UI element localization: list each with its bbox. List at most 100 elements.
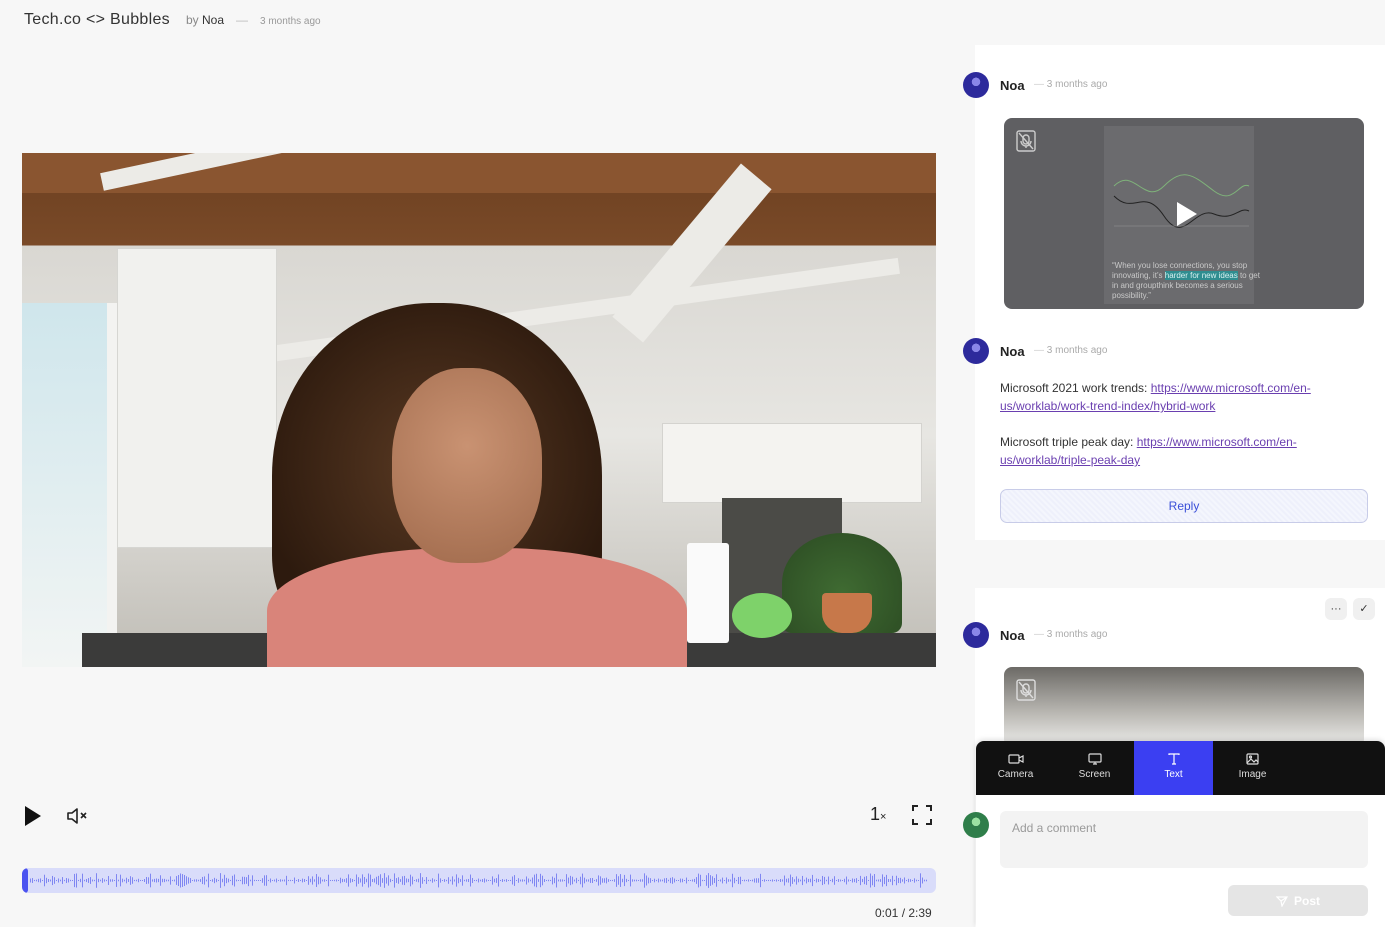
more-options-button[interactable]: ··· (1325, 598, 1347, 620)
waveform-bar (350, 878, 351, 883)
waveform-bar (58, 878, 59, 883)
video-title: Tech.co <> Bubbles (24, 11, 170, 28)
waveform-bar (908, 878, 909, 883)
waveform-bar (522, 879, 523, 882)
waveform-bar (448, 877, 449, 884)
mute-button[interactable] (64, 804, 90, 828)
waveform-scrubber[interactable] (22, 868, 936, 893)
waveform-bar (416, 879, 417, 882)
post-button[interactable]: Post (1228, 885, 1368, 916)
waveform-bar (592, 877, 593, 884)
waveform-bar (792, 877, 793, 884)
waveform-bar (662, 879, 663, 882)
waveform-bar (698, 873, 699, 888)
waveform-bar (370, 874, 371, 887)
waveform-bar (248, 874, 249, 887)
waveform-bar (526, 876, 527, 885)
tab-text[interactable]: Text (1134, 741, 1213, 795)
playhead[interactable] (22, 868, 28, 893)
waveform-bar (634, 879, 635, 882)
fullscreen-icon (912, 805, 932, 825)
waveform-bar (320, 877, 321, 884)
waveform-bar (898, 877, 899, 884)
waveform-bar (484, 878, 485, 883)
waveform-bar (40, 878, 41, 883)
reply-button[interactable]: Reply (1000, 489, 1368, 523)
comment-author[interactable]: Noa (1000, 344, 1025, 359)
waveform-bar (434, 879, 435, 882)
waveform-bar (388, 875, 389, 886)
waveform-bar (244, 876, 245, 885)
waveform-bar (178, 874, 179, 887)
waveform-bar (518, 878, 519, 883)
waveform-bar (666, 877, 667, 884)
byline: by Noa (186, 13, 224, 27)
waveform-bar (868, 879, 869, 882)
waveform-bar (854, 878, 855, 883)
waveform-bar (862, 878, 863, 883)
waveform-bar (54, 877, 55, 884)
waveform-bar (104, 879, 105, 882)
waveform-bar (306, 879, 307, 882)
waveform-bar (254, 879, 255, 882)
waveform-bar (590, 878, 591, 883)
waveform-bar (86, 878, 87, 883)
waveform-bar (316, 874, 317, 887)
waveform-bar (818, 878, 819, 883)
waveform-bar (584, 877, 585, 884)
resolve-button[interactable]: ✓ (1353, 598, 1375, 620)
waveform-bar (466, 879, 467, 882)
waveform-bar (150, 873, 151, 888)
waveform-bar (418, 878, 419, 883)
waveform-bar (68, 878, 69, 883)
waveform-bar (146, 876, 147, 885)
tab-screen[interactable]: Screen (1055, 741, 1134, 795)
waveform-bar (658, 878, 659, 883)
camera-recording-thumbnail[interactable] (1004, 667, 1364, 747)
playback-speed-button[interactable]: 1× (870, 804, 886, 825)
waveform-bar (384, 873, 385, 888)
waveform-bar (702, 879, 703, 882)
waveform-bar (356, 874, 357, 887)
by-label: by (185, 13, 199, 27)
waveform-bar (118, 879, 119, 882)
waveform-bar (598, 875, 599, 886)
waveform-bar (840, 879, 841, 882)
waveform-bar (710, 875, 711, 886)
waveform-bar (442, 879, 443, 882)
fullscreen-button[interactable] (911, 804, 933, 826)
waveform-bar (88, 878, 89, 883)
waveform-bar (126, 877, 127, 884)
waveform-bar (428, 879, 429, 882)
waveform-bar (680, 878, 681, 883)
play-button[interactable] (22, 804, 44, 828)
waveform-bar (338, 879, 339, 882)
waveform-bar (550, 879, 551, 882)
waveform-bar (328, 874, 329, 887)
waveform-bar (586, 879, 587, 882)
waveform-bar (134, 879, 135, 882)
comment-input[interactable] (1000, 811, 1368, 868)
waveform-bar (318, 876, 319, 885)
tab-camera[interactable]: Camera (976, 741, 1055, 795)
waveform-bar (582, 873, 583, 888)
waveform-bar (184, 874, 185, 887)
waveform-bar (748, 879, 749, 882)
tab-image[interactable]: Image (1213, 741, 1292, 795)
waveform-bar (514, 875, 515, 886)
video-player[interactable] (22, 153, 936, 667)
waveform-bar (828, 876, 829, 885)
comment-author[interactable]: Noa (1000, 628, 1025, 643)
comment-author[interactable]: Noa (1000, 78, 1025, 93)
play-overlay-icon[interactable] (1174, 200, 1200, 228)
waveform-bar (242, 876, 243, 885)
waveform-bar (706, 875, 707, 886)
waveform-bar (340, 877, 341, 884)
author-name[interactable]: Noa (202, 13, 224, 27)
waveform-bar (656, 879, 657, 882)
waveform-bar (730, 879, 731, 882)
screen-recording-thumbnail[interactable]: “When you lose connections, you stop inn… (1004, 118, 1364, 309)
waveform-bar (642, 879, 643, 882)
waveform-bar (300, 879, 301, 882)
waveform-bar (558, 879, 559, 882)
